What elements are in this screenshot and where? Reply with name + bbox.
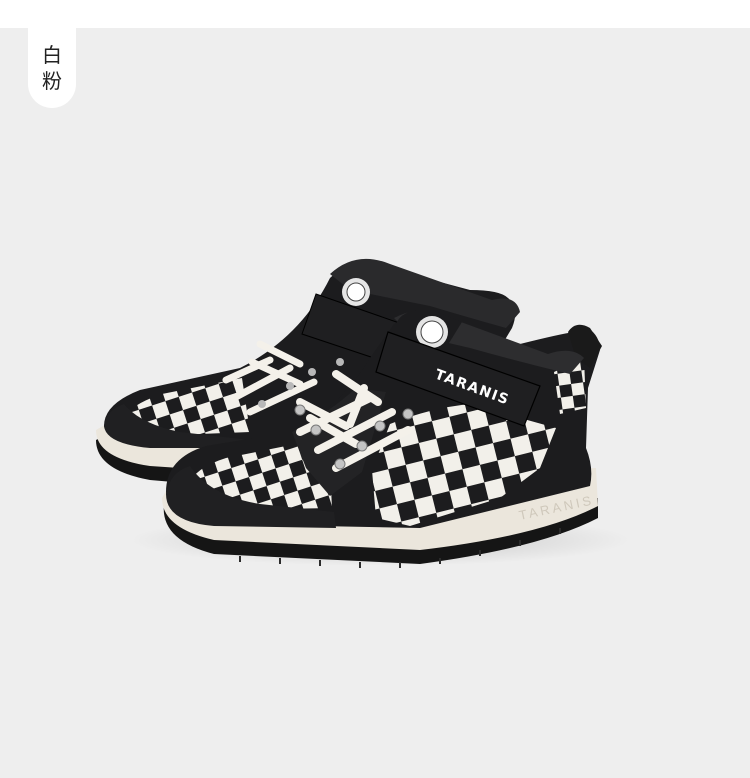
- product-photo: TARANIS TARANIS: [0, 28, 750, 778]
- product-image-page: 白 粉 TARANIS TARANIS: [0, 0, 750, 778]
- color-tag-line-2: 粉: [42, 69, 62, 93]
- color-tag-line-1: 白: [42, 43, 62, 67]
- sneaker-pair-illustration: TARANIS TARANIS: [96, 258, 630, 568]
- color-variant-tag: 白 粉: [28, 28, 76, 108]
